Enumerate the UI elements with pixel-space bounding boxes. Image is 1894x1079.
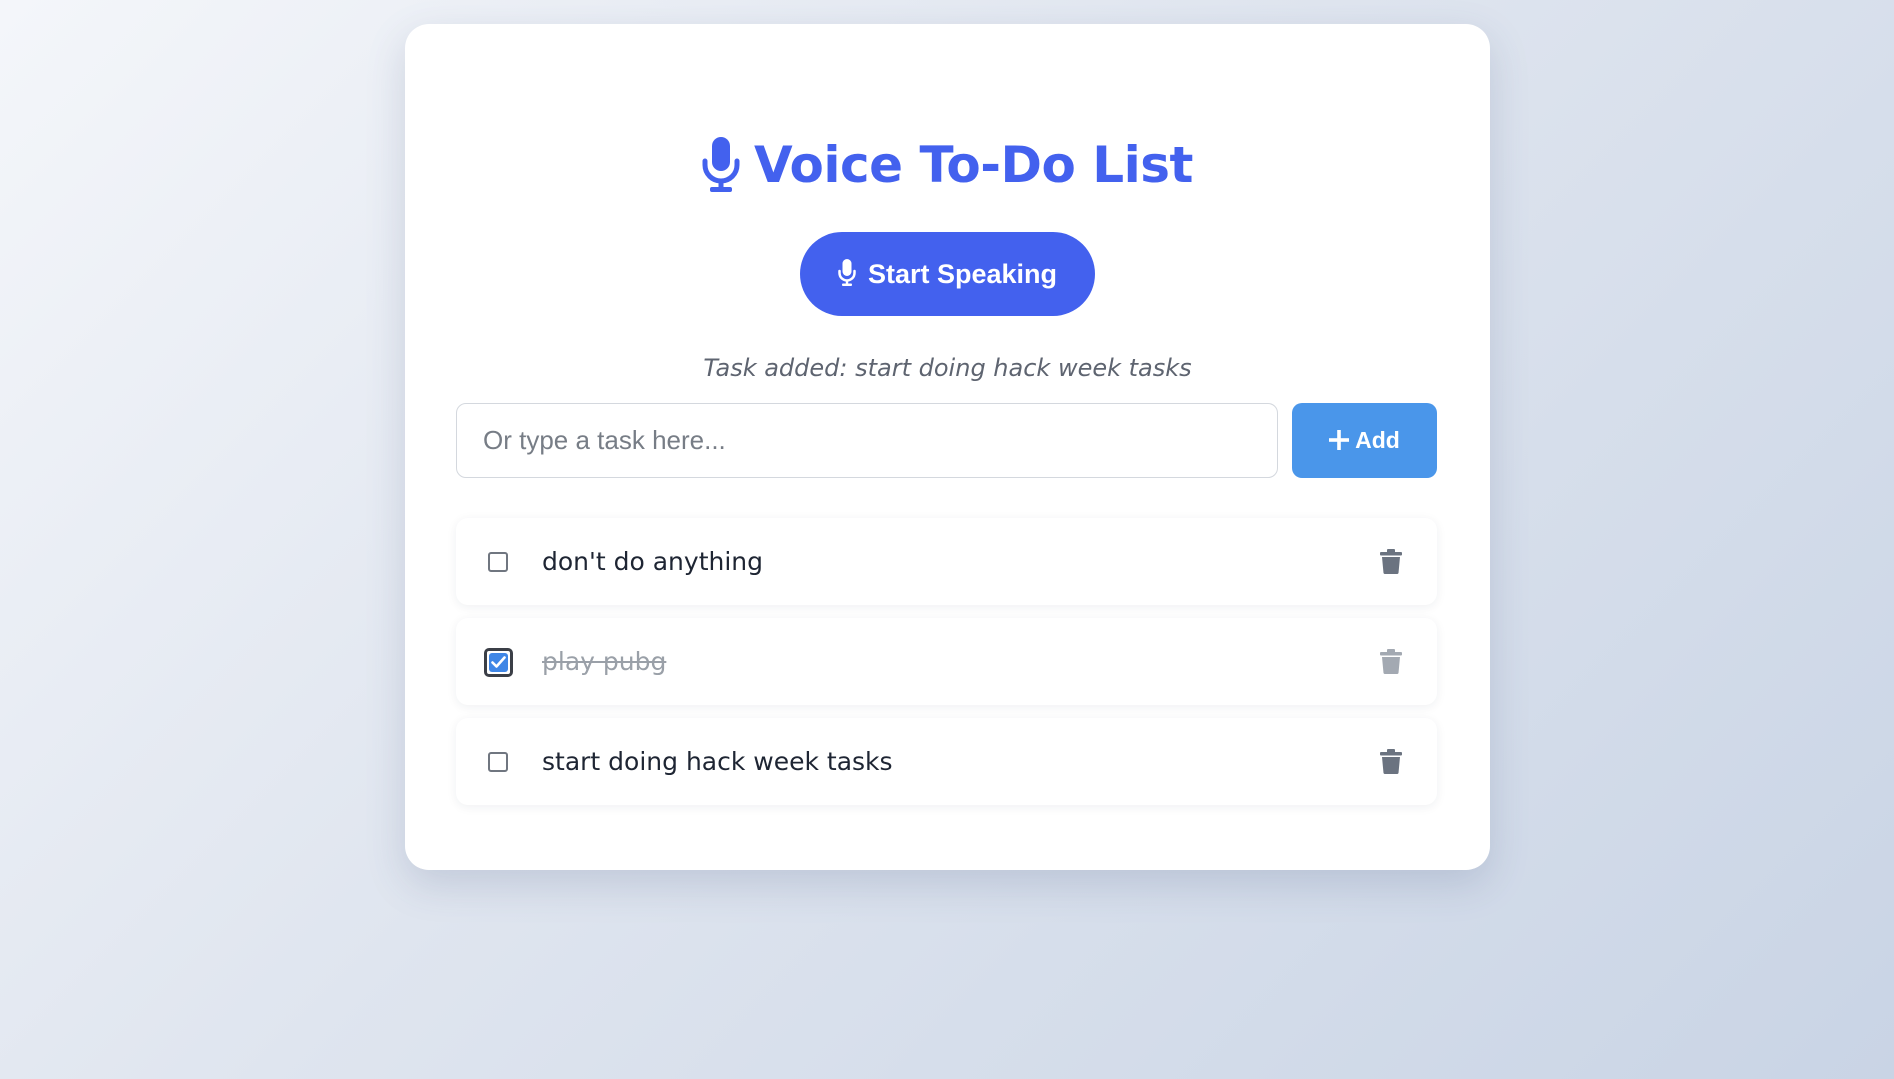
page-header: Voice To-Do List <box>405 136 1490 194</box>
add-task-button[interactable]: Add <box>1292 403 1437 478</box>
task-text: play pubg <box>542 647 667 676</box>
microphone-icon <box>838 258 856 290</box>
page-title: Voice To-Do List <box>754 136 1193 194</box>
start-speaking-label: Start Speaking <box>867 258 1058 289</box>
task-item: start doing hack week tasks <box>456 718 1437 805</box>
checkmark-icon <box>489 653 508 672</box>
todo-card: Voice To-Do List Start Speaking Task add… <box>405 24 1490 870</box>
start-speaking-button[interactable]: Start Speaking <box>800 232 1095 316</box>
task-text: don't do anything <box>542 547 764 576</box>
add-task-label: Add <box>1355 427 1400 453</box>
task-checkbox[interactable] <box>488 552 508 572</box>
task-item: don't do anything <box>456 518 1437 605</box>
microphone-icon <box>702 137 740 193</box>
plus-icon <box>1329 426 1350 456</box>
trash-icon[interactable] <box>1380 549 1402 575</box>
task-input[interactable] <box>456 403 1278 478</box>
task-checkbox[interactable] <box>484 648 513 677</box>
trash-icon[interactable] <box>1380 649 1402 675</box>
trash-icon[interactable] <box>1380 749 1402 775</box>
task-checkbox[interactable] <box>488 752 508 772</box>
task-list: don't do anything play pubg start doing … <box>456 518 1437 818</box>
task-text: start doing hack week tasks <box>542 747 893 776</box>
status-message: Task added: start doing hack week tasks <box>703 354 1192 382</box>
task-item: play pubg <box>456 618 1437 705</box>
